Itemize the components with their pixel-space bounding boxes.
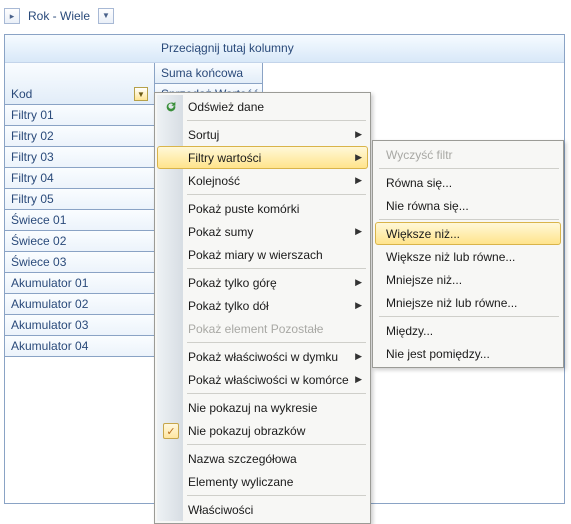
menu-item-sort[interactable]: Sortuj <box>157 123 368 146</box>
menu-item-properties[interactable]: Właściwości <box>157 498 368 521</box>
submenu-item-less-than[interactable]: Mniejsze niż... <box>375 268 561 291</box>
submenu-item-less-equal[interactable]: Mniejsze niż lub równe... <box>375 291 561 314</box>
drop-columns-area[interactable]: Przeciągnij tutaj kolumny <box>5 35 564 63</box>
submenu-item-greater-equal[interactable]: Większe niż lub równe... <box>375 245 561 268</box>
table-row[interactable]: Świece 02 <box>5 231 155 252</box>
menu-separator <box>187 268 366 269</box>
table-row[interactable]: Filtry 02 <box>5 126 155 147</box>
menu-separator <box>187 393 366 394</box>
submenu-item-not-between[interactable]: Nie jest pomiędzy... <box>375 342 561 365</box>
menu-separator <box>187 495 366 496</box>
menu-separator <box>379 219 559 220</box>
table-row[interactable]: Filtry 01 <box>5 105 155 126</box>
submenu-item-between[interactable]: Między... <box>375 319 561 342</box>
menu-item-show-sums[interactable]: Pokaż sumy <box>157 220 368 243</box>
row-axis-column: Kod ▼ Filtry 01Filtry 02Filtry 03Filtry … <box>5 63 155 357</box>
value-filters-submenu: Wyczyść filtr Równa się... Nie równa się… <box>372 140 564 368</box>
menu-item-hide-images[interactable]: ✓ Nie pokazuj obrazków <box>157 419 368 442</box>
table-row[interactable]: Akumulator 01 <box>5 273 155 294</box>
refresh-icon <box>162 98 180 116</box>
table-row[interactable]: Filtry 04 <box>5 168 155 189</box>
submenu-item-greater-than[interactable]: Większe niż... <box>375 222 561 245</box>
chevron-right-icon[interactable]: ▸ <box>4 8 20 24</box>
row-axis-header[interactable]: Kod ▼ <box>5 63 155 105</box>
menu-item-show-empty[interactable]: Pokaż puste komórki <box>157 197 368 220</box>
menu-separator <box>187 120 366 121</box>
menu-item-measures-rows[interactable]: Pokaż miary w wierszach <box>157 243 368 266</box>
menu-item-show-top[interactable]: Pokaż tylko górę <box>157 271 368 294</box>
table-row[interactable]: Akumulator 03 <box>5 315 155 336</box>
table-row[interactable]: Akumulator 04 <box>5 336 155 357</box>
menu-separator <box>187 342 366 343</box>
checked-icon: ✓ <box>162 422 180 440</box>
menu-separator <box>379 316 559 317</box>
row-header-dropdown-icon[interactable]: ▼ <box>134 87 148 101</box>
menu-item-props-cell[interactable]: Pokaż właściwości w komórce <box>157 368 368 391</box>
table-row[interactable]: Akumulator 02 <box>5 294 155 315</box>
row-header-label: Kod <box>11 87 32 101</box>
menu-separator <box>187 194 366 195</box>
menu-item-show-bottom[interactable]: Pokaż tylko dół <box>157 294 368 317</box>
menu-item-calc-elements[interactable]: Elementy wyliczane <box>157 470 368 493</box>
menu-item-props-tooltip[interactable]: Pokaż właściwości w dymku <box>157 345 368 368</box>
menu-separator <box>379 168 559 169</box>
submenu-item-equals[interactable]: Równa się... <box>375 171 561 194</box>
context-menu: Odśwież dane Sortuj Filtry wartości Kole… <box>154 92 371 524</box>
field-label: Rok - Wiele <box>28 9 90 23</box>
menu-item-detail-name[interactable]: Nazwa szczegółowa <box>157 447 368 470</box>
table-row[interactable]: Filtry 05 <box>5 189 155 210</box>
table-row[interactable]: Świece 03 <box>5 252 155 273</box>
submenu-item-clear: Wyczyść filtr <box>375 143 561 166</box>
menu-item-hide-chart[interactable]: Nie pokazuj na wykresie <box>157 396 368 419</box>
table-row[interactable]: Świece 01 <box>5 210 155 231</box>
table-row[interactable]: Filtry 03 <box>5 147 155 168</box>
field-dropdown-icon[interactable]: ▼ <box>98 8 114 24</box>
menu-item-value-filters[interactable]: Filtry wartości <box>157 146 368 169</box>
menu-item-show-rest: Pokaż element Pozostałe <box>157 317 368 340</box>
menu-separator <box>187 444 366 445</box>
submenu-item-not-equals[interactable]: Nie równa się... <box>375 194 561 217</box>
field-chooser-bar: ▸ Rok - Wiele ▼ <box>4 4 567 28</box>
column-header[interactable]: Suma końcowa <box>155 63 263 84</box>
menu-item-refresh[interactable]: Odśwież dane <box>157 95 368 118</box>
menu-item-order[interactable]: Kolejność <box>157 169 368 192</box>
